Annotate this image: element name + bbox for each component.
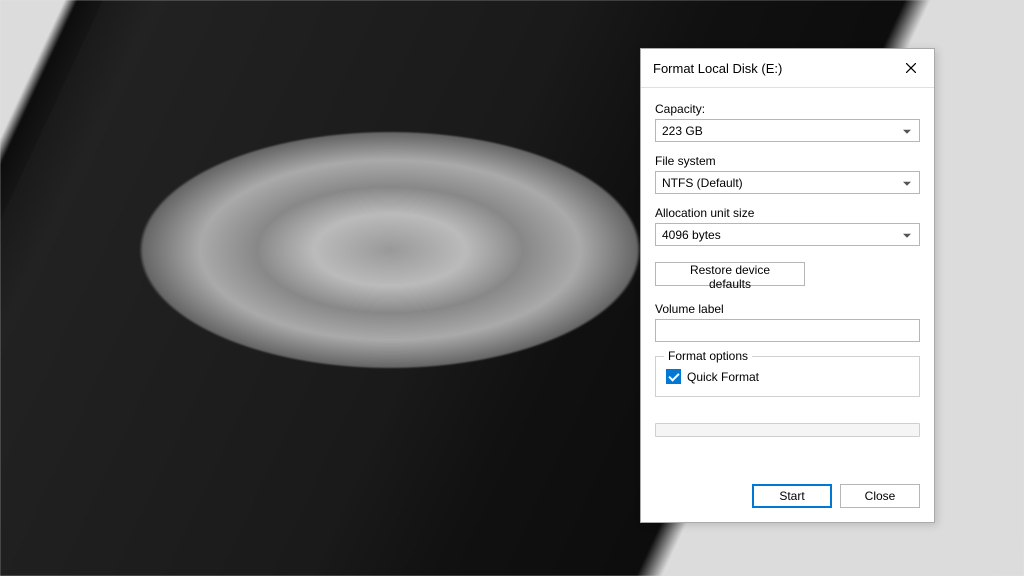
- allocation-dropdown[interactable]: 4096 bytes: [655, 223, 920, 246]
- volume-label-label: Volume label: [655, 302, 920, 316]
- format-options-group: Format options Quick Format: [655, 356, 920, 397]
- dialog-title: Format Local Disk (E:): [653, 61, 782, 76]
- capacity-label: Capacity:: [655, 102, 920, 116]
- format-options-legend: Format options: [664, 349, 752, 363]
- quick-format-label[interactable]: Quick Format: [687, 370, 759, 384]
- filesystem-value: NTFS (Default): [662, 176, 743, 190]
- allocation-label: Allocation unit size: [655, 206, 920, 220]
- titlebar: Format Local Disk (E:): [641, 49, 934, 88]
- filesystem-dropdown[interactable]: NTFS (Default): [655, 171, 920, 194]
- volume-label-input[interactable]: [655, 319, 920, 342]
- quick-format-row: Quick Format: [666, 369, 909, 384]
- dialog-button-row: Start Close: [641, 468, 934, 522]
- titlebar-close-button[interactable]: [898, 57, 924, 79]
- format-dialog: Format Local Disk (E:) Capacity: 223 GB …: [640, 48, 935, 523]
- filesystem-label: File system: [655, 154, 920, 168]
- format-progress-bar: [655, 423, 920, 437]
- capacity-dropdown[interactable]: 223 GB: [655, 119, 920, 142]
- start-button[interactable]: Start: [752, 484, 832, 508]
- capacity-value: 223 GB: [662, 124, 703, 138]
- close-button[interactable]: Close: [840, 484, 920, 508]
- close-icon: [906, 63, 916, 73]
- quick-format-checkbox[interactable]: [666, 369, 681, 384]
- dialog-content: Capacity: 223 GB File system NTFS (Defau…: [641, 88, 934, 468]
- allocation-value: 4096 bytes: [662, 228, 721, 242]
- restore-defaults-button[interactable]: Restore device defaults: [655, 262, 805, 286]
